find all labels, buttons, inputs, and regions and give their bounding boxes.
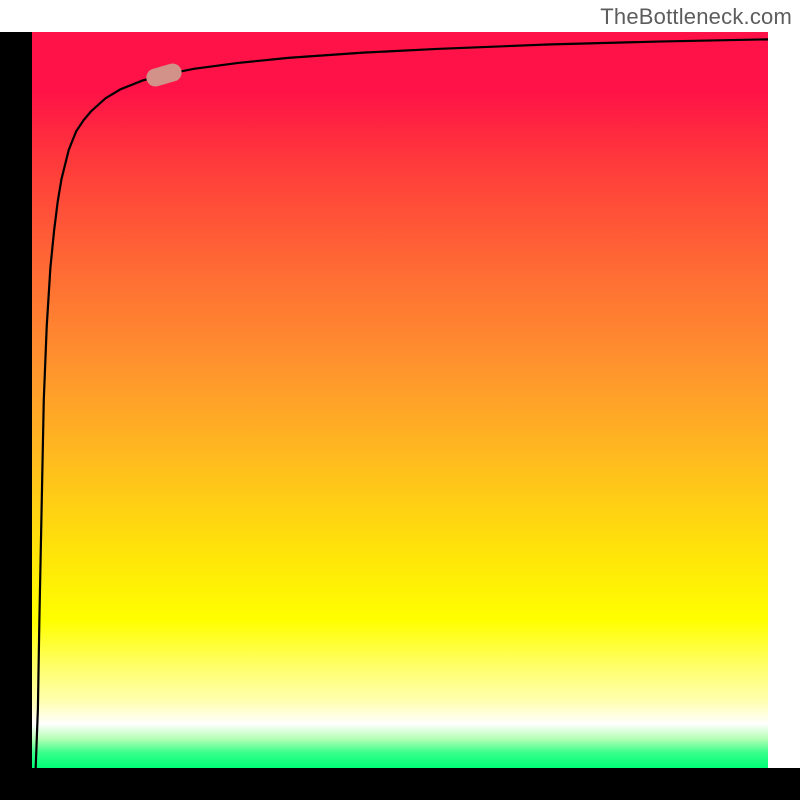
watermark-text: TheBottleneck.com <box>600 4 792 30</box>
plot-area <box>32 32 768 768</box>
chart-frame: TheBottleneck.com <box>0 0 800 800</box>
curve-layer <box>32 32 768 768</box>
x-axis <box>0 768 800 800</box>
y-axis <box>0 32 32 768</box>
main-curve <box>36 39 768 768</box>
